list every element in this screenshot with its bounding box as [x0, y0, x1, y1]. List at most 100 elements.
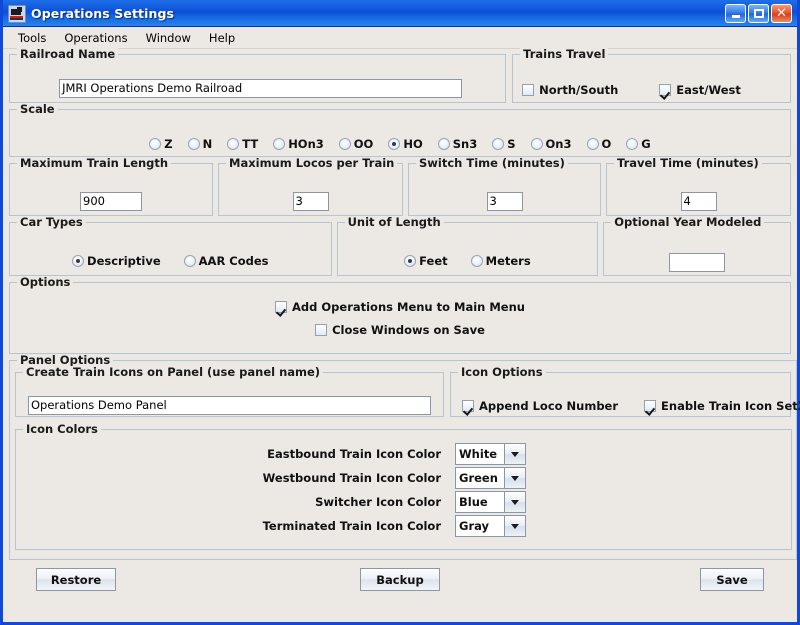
radio-descriptive[interactable]: Descriptive	[72, 254, 161, 268]
radio-meters[interactable]: Meters	[471, 254, 531, 268]
restore-button[interactable]: Restore	[36, 568, 116, 591]
switcher-color-label: Switcher Icon Color	[16, 495, 441, 509]
switch-time-input[interactable]: 3	[487, 192, 523, 211]
terminated-color-value: Gray	[456, 516, 504, 536]
terminated-color-select[interactable]: Gray	[455, 515, 526, 537]
radio-dot-icon	[531, 138, 543, 150]
switch-time-title: Switch Time (minutes)	[416, 157, 568, 169]
window-title: Operations Settings	[31, 6, 725, 21]
car-types-title: Car Types	[17, 216, 86, 228]
checkbox-box-icon	[522, 84, 534, 96]
icon-options-group: Icon Options Append Loco Number Enable T…	[450, 372, 791, 417]
chevron-down-icon[interactable]	[504, 468, 525, 488]
checkbox-enable-train-icon-setxy-label: Enable Train Icon SetX&Y	[661, 399, 800, 413]
radio-scale-oo[interactable]: OO	[339, 137, 374, 151]
westbound-color-label: Westbound Train Icon Color	[16, 471, 441, 485]
minimize-button[interactable]	[725, 4, 746, 23]
travel-time-title: Travel Time (minutes)	[614, 157, 762, 169]
radio-scale-hon3[interactable]: HOn3	[273, 137, 324, 151]
checkbox-east-west[interactable]: East/West	[659, 83, 741, 97]
close-button[interactable]: ✕	[771, 4, 792, 23]
radio-scale-ho-label: HO	[403, 137, 422, 151]
year-modeled-title: Optional Year Modeled	[611, 216, 764, 228]
radio-scale-n[interactable]: N	[188, 137, 213, 151]
terminated-color-label: Terminated Train Icon Color	[16, 519, 441, 533]
checkbox-north-south[interactable]: North/South	[522, 83, 618, 97]
radio-scale-s[interactable]: S	[492, 137, 515, 151]
close-icon: ✕	[776, 8, 787, 20]
radio-dot-icon	[273, 138, 285, 150]
switcher-color-select[interactable]: Blue	[455, 491, 526, 513]
icon-color-row-eastbound: Eastbound Train Icon Color White	[16, 442, 791, 466]
radio-scale-hon3-label: HOn3	[288, 137, 324, 151]
backup-button[interactable]: Backup	[360, 568, 440, 591]
radio-scale-o[interactable]: O	[587, 137, 612, 151]
save-button[interactable]: Save	[700, 568, 764, 591]
railroad-name-input[interactable]: JMRI Operations Demo Railroad	[59, 79, 462, 98]
checkbox-append-loco-number-label: Append Loco Number	[479, 399, 618, 413]
max-locos-group: Maximum Locos per Train 3	[218, 163, 403, 216]
menu-tools[interactable]: Tools	[9, 29, 55, 47]
radio-feet[interactable]: Feet	[404, 254, 448, 268]
trains-travel-group: Trains Travel North/South East/West	[512, 54, 791, 103]
maximize-icon	[754, 9, 764, 18]
menu-window[interactable]: Window	[137, 29, 200, 47]
max-locos-input[interactable]: 3	[293, 192, 329, 211]
chevron-down-icon[interactable]	[504, 492, 525, 512]
checkbox-close-windows-on-save[interactable]: Close Windows on Save	[315, 323, 485, 337]
radio-scale-s-label: S	[507, 137, 515, 151]
switch-time-group: Switch Time (minutes) 3	[408, 163, 601, 216]
switcher-color-value: Blue	[456, 492, 504, 512]
radio-scale-ho[interactable]: HO	[388, 137, 422, 151]
radio-dot-icon	[492, 138, 504, 150]
travel-time-input[interactable]: 4	[681, 192, 717, 211]
operations-settings-window: Operations Settings ✕ Tools Operations W…	[0, 0, 800, 625]
scale-group: Scale Z N TT HOn3 OO HO Sn3 S On3 O G	[9, 109, 791, 157]
railroad-name-group: Railroad Name JMRI Operations Demo Railr…	[9, 54, 506, 103]
panel-name-input[interactable]: Operations Demo Panel	[28, 396, 431, 415]
chevron-down-icon[interactable]	[504, 444, 525, 464]
panel-options-group: Panel Options Create Train Icons on Pane…	[9, 360, 797, 560]
chevron-down-icon[interactable]	[504, 516, 525, 536]
checkbox-append-loco-number[interactable]: Append Loco Number	[462, 399, 618, 413]
create-train-icons-title: Create Train Icons on Panel (use panel n…	[23, 366, 323, 378]
radio-aar-codes-label: AAR Codes	[199, 254, 269, 268]
checkbox-enable-train-icon-setxy[interactable]: Enable Train Icon SetX&Y	[644, 399, 800, 413]
menu-operations[interactable]: Operations	[55, 29, 136, 47]
unit-of-length-group: Unit of Length Feet Meters	[337, 222, 599, 276]
radio-scale-tt-label: TT	[242, 137, 258, 151]
radio-dot-selected-icon	[72, 255, 84, 267]
checkbox-east-west-label: East/West	[676, 83, 741, 97]
radio-scale-sn3[interactable]: Sn3	[438, 137, 477, 151]
minimize-icon	[732, 15, 740, 18]
radio-feet-label: Feet	[419, 254, 448, 268]
westbound-color-select[interactable]: Green	[455, 467, 526, 489]
options-title: Options	[17, 276, 73, 288]
trains-travel-title: Trains Travel	[520, 48, 608, 60]
eastbound-color-select[interactable]: White	[455, 443, 526, 465]
radio-dot-icon	[626, 138, 638, 150]
menu-help[interactable]: Help	[200, 29, 244, 47]
checkbox-add-operations-menu[interactable]: Add Operations Menu to Main Menu	[275, 300, 525, 314]
max-train-length-input[interactable]: 900	[80, 192, 142, 211]
icon-color-row-switcher: Switcher Icon Color Blue	[16, 490, 791, 514]
year-modeled-input[interactable]	[669, 253, 725, 272]
icon-color-row-westbound: Westbound Train Icon Color Green	[16, 466, 791, 490]
railroad-name-title: Railroad Name	[17, 48, 118, 60]
radio-scale-on3[interactable]: On3	[531, 137, 572, 151]
radio-scale-z[interactable]: Z	[149, 137, 172, 151]
radio-scale-tt[interactable]: TT	[227, 137, 258, 151]
maximize-button[interactable]	[748, 4, 769, 23]
radio-scale-g[interactable]: G	[626, 137, 650, 151]
radio-aar-codes[interactable]: AAR Codes	[184, 254, 269, 268]
radio-scale-n-label: N	[203, 137, 213, 151]
checkbox-box-icon	[315, 324, 327, 336]
radio-dot-icon	[587, 138, 599, 150]
radio-dot-icon	[339, 138, 351, 150]
radio-dot-icon	[149, 138, 161, 150]
max-train-length-group: Maximum Train Length 900	[9, 163, 213, 216]
radio-dot-selected-icon	[388, 138, 400, 150]
icon-color-row-terminated: Terminated Train Icon Color Gray	[16, 514, 791, 538]
radio-dot-icon	[438, 138, 450, 150]
checkbox-close-windows-on-save-label: Close Windows on Save	[332, 323, 485, 337]
